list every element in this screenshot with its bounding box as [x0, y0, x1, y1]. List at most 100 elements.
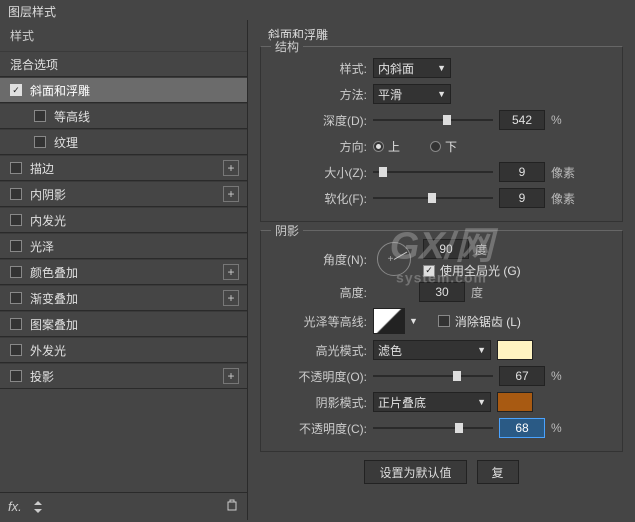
sidebar-blend-options[interactable]: 混合选项 — [0, 51, 247, 77]
sidebar-item-5[interactable]: 内发光 — [0, 207, 247, 233]
sidebar-blend-options-label: 混合选项 — [10, 56, 58, 73]
sidebar-item-label: 斜面和浮雕 — [30, 82, 90, 99]
checkbox-icon[interactable] — [34, 110, 46, 122]
shadow-opacity-input[interactable]: 68 — [499, 418, 545, 438]
soften-input[interactable]: 9 — [499, 188, 545, 208]
sidebar-item-label: 内阴影 — [30, 186, 66, 203]
checkbox-icon[interactable] — [10, 162, 22, 174]
checkbox-icon[interactable] — [10, 266, 22, 278]
shading-group: 阴影 角度(N): + 90 度 ✓ 使用全局光 (G — [260, 230, 623, 452]
angle-crosshair-icon: + — [388, 254, 394, 265]
technique-label: 方法: — [271, 86, 367, 103]
sidebar-item-10[interactable]: 外发光 — [0, 337, 247, 363]
layer-style-dialog: 图层样式 样式 混合选项 ✓斜面和浮雕等高线纹理描边+内阴影+内发光光泽颜色叠加… — [0, 0, 635, 522]
sidebar-item-label: 图案叠加 — [30, 316, 78, 333]
style-label: 样式: — [271, 60, 367, 77]
chevron-down-icon[interactable]: ▼ — [409, 316, 418, 326]
sidebar-item-0[interactable]: ✓ 斜面和浮雕 — [0, 77, 247, 103]
altitude-unit: 度 — [471, 284, 483, 301]
direction-label: 方向: — [271, 138, 367, 155]
sidebar-item-label: 外发光 — [30, 342, 66, 359]
trash-icon[interactable] — [225, 498, 239, 515]
technique-select-value: 平滑 — [378, 86, 402, 103]
highlight-mode-value: 滤色 — [378, 342, 402, 359]
effects-sidebar: 样式 混合选项 ✓斜面和浮雕等高线纹理描边+内阴影+内发光光泽颜色叠加+渐变叠加… — [0, 20, 248, 520]
plus-icon[interactable]: + — [223, 160, 239, 176]
sidebar-item-3[interactable]: 描边 + — [0, 155, 247, 181]
shadow-mode-label: 阴影模式: — [271, 394, 367, 411]
chevron-down-icon: ▼ — [437, 63, 446, 73]
size-label: 大小(Z): — [271, 164, 367, 181]
sidebar-item-label: 光泽 — [30, 238, 54, 255]
contour-picker[interactable] — [373, 308, 405, 334]
reset-button[interactable]: 复 — [477, 460, 519, 484]
chevron-down-icon: ▼ — [437, 89, 446, 99]
checkbox-icon[interactable] — [10, 188, 22, 200]
plus-icon[interactable]: + — [223, 368, 239, 384]
depth-slider[interactable] — [373, 113, 493, 127]
sidebar-item-1[interactable]: 等高线 — [0, 103, 247, 129]
depth-label: 深度(D): — [271, 112, 367, 129]
direction-down-radio[interactable]: 下 — [430, 138, 457, 155]
contour-label: 光泽等高线: — [271, 313, 367, 330]
highlight-mode-select[interactable]: 滤色 ▼ — [373, 340, 491, 360]
angle-input[interactable]: 90 — [423, 239, 469, 259]
style-select-value: 内斜面 — [378, 60, 414, 77]
soften-slider[interactable] — [373, 191, 493, 205]
depth-input[interactable]: 542 — [499, 110, 545, 130]
checkbox-icon[interactable] — [10, 214, 22, 226]
sidebar-item-label: 纹理 — [54, 134, 78, 151]
angle-unit: 度 — [475, 241, 487, 258]
up-down-icon[interactable] — [32, 499, 44, 514]
sidebar-item-label: 内发光 — [30, 212, 66, 229]
checkbox-icon — [438, 315, 450, 327]
global-light-checkbox[interactable]: ✓ 使用全局光 (G) — [423, 262, 521, 279]
checkbox-icon[interactable] — [10, 292, 22, 304]
shadow-mode-select[interactable]: 正片叠底▼ — [373, 392, 491, 412]
plus-icon[interactable]: + — [223, 290, 239, 306]
style-select[interactable]: 内斜面 ▼ — [373, 58, 451, 78]
sidebar-item-2[interactable]: 纹理 — [0, 129, 247, 155]
altitude-input[interactable]: 30 — [419, 282, 465, 302]
sidebar-item-4[interactable]: 内阴影 + — [0, 181, 247, 207]
fx-icon[interactable]: fx. — [8, 499, 22, 514]
size-unit: 像素 — [551, 164, 575, 181]
plus-icon[interactable]: + — [223, 186, 239, 202]
shadow-color-swatch[interactable] — [497, 392, 533, 412]
sidebar-item-label: 描边 — [30, 160, 54, 177]
make-default-button[interactable]: 设置为默认值 — [364, 460, 466, 484]
shadow-opacity-slider[interactable] — [373, 421, 493, 435]
size-input[interactable]: 9 — [499, 162, 545, 182]
size-slider[interactable] — [373, 165, 493, 179]
chevron-down-icon: ▼ — [477, 345, 486, 355]
checkbox-icon[interactable] — [10, 344, 22, 356]
sidebar-item-9[interactable]: 图案叠加 — [0, 311, 247, 337]
highlight-opacity-slider[interactable] — [373, 369, 493, 383]
shadow-opacity-label: 不透明度(C): — [271, 420, 367, 437]
checkbox-icon[interactable] — [10, 240, 22, 252]
sidebar-item-8[interactable]: 渐变叠加+ — [0, 285, 247, 311]
shadow-mode-value: 正片叠底 — [378, 394, 426, 411]
checkbox-icon: ✓ — [423, 265, 435, 277]
sidebar-item-6[interactable]: 光泽 — [0, 233, 247, 259]
checkbox-icon[interactable]: ✓ — [10, 84, 22, 96]
direction-up-radio[interactable]: 上 — [373, 138, 400, 155]
sidebar-styles-header[interactable]: 样式 — [0, 20, 247, 51]
angle-label: 角度(N): — [271, 251, 367, 268]
checkbox-icon[interactable] — [10, 318, 22, 330]
highlight-opacity-input[interactable]: 67 — [499, 366, 545, 386]
shading-group-label: 阴影 — [271, 222, 303, 239]
highlight-opacity-label: 不透明度(O): — [271, 368, 367, 385]
sidebar-item-7[interactable]: 颜色叠加 + — [0, 259, 247, 285]
technique-select[interactable]: 平滑 ▼ — [373, 84, 451, 104]
highlight-opacity-unit: % — [551, 369, 562, 383]
antialias-checkbox[interactable]: 消除锯齿 (L) — [438, 313, 521, 330]
depth-unit: % — [551, 113, 562, 127]
angle-control[interactable]: + — [377, 242, 411, 276]
sidebar-item-label: 颜色叠加 — [30, 264, 78, 281]
plus-icon[interactable]: + — [223, 264, 239, 280]
checkbox-icon[interactable] — [34, 136, 46, 148]
sidebar-item-11[interactable]: 投影+ — [0, 363, 247, 389]
checkbox-icon[interactable] — [10, 370, 22, 382]
highlight-color-swatch[interactable] — [497, 340, 533, 360]
